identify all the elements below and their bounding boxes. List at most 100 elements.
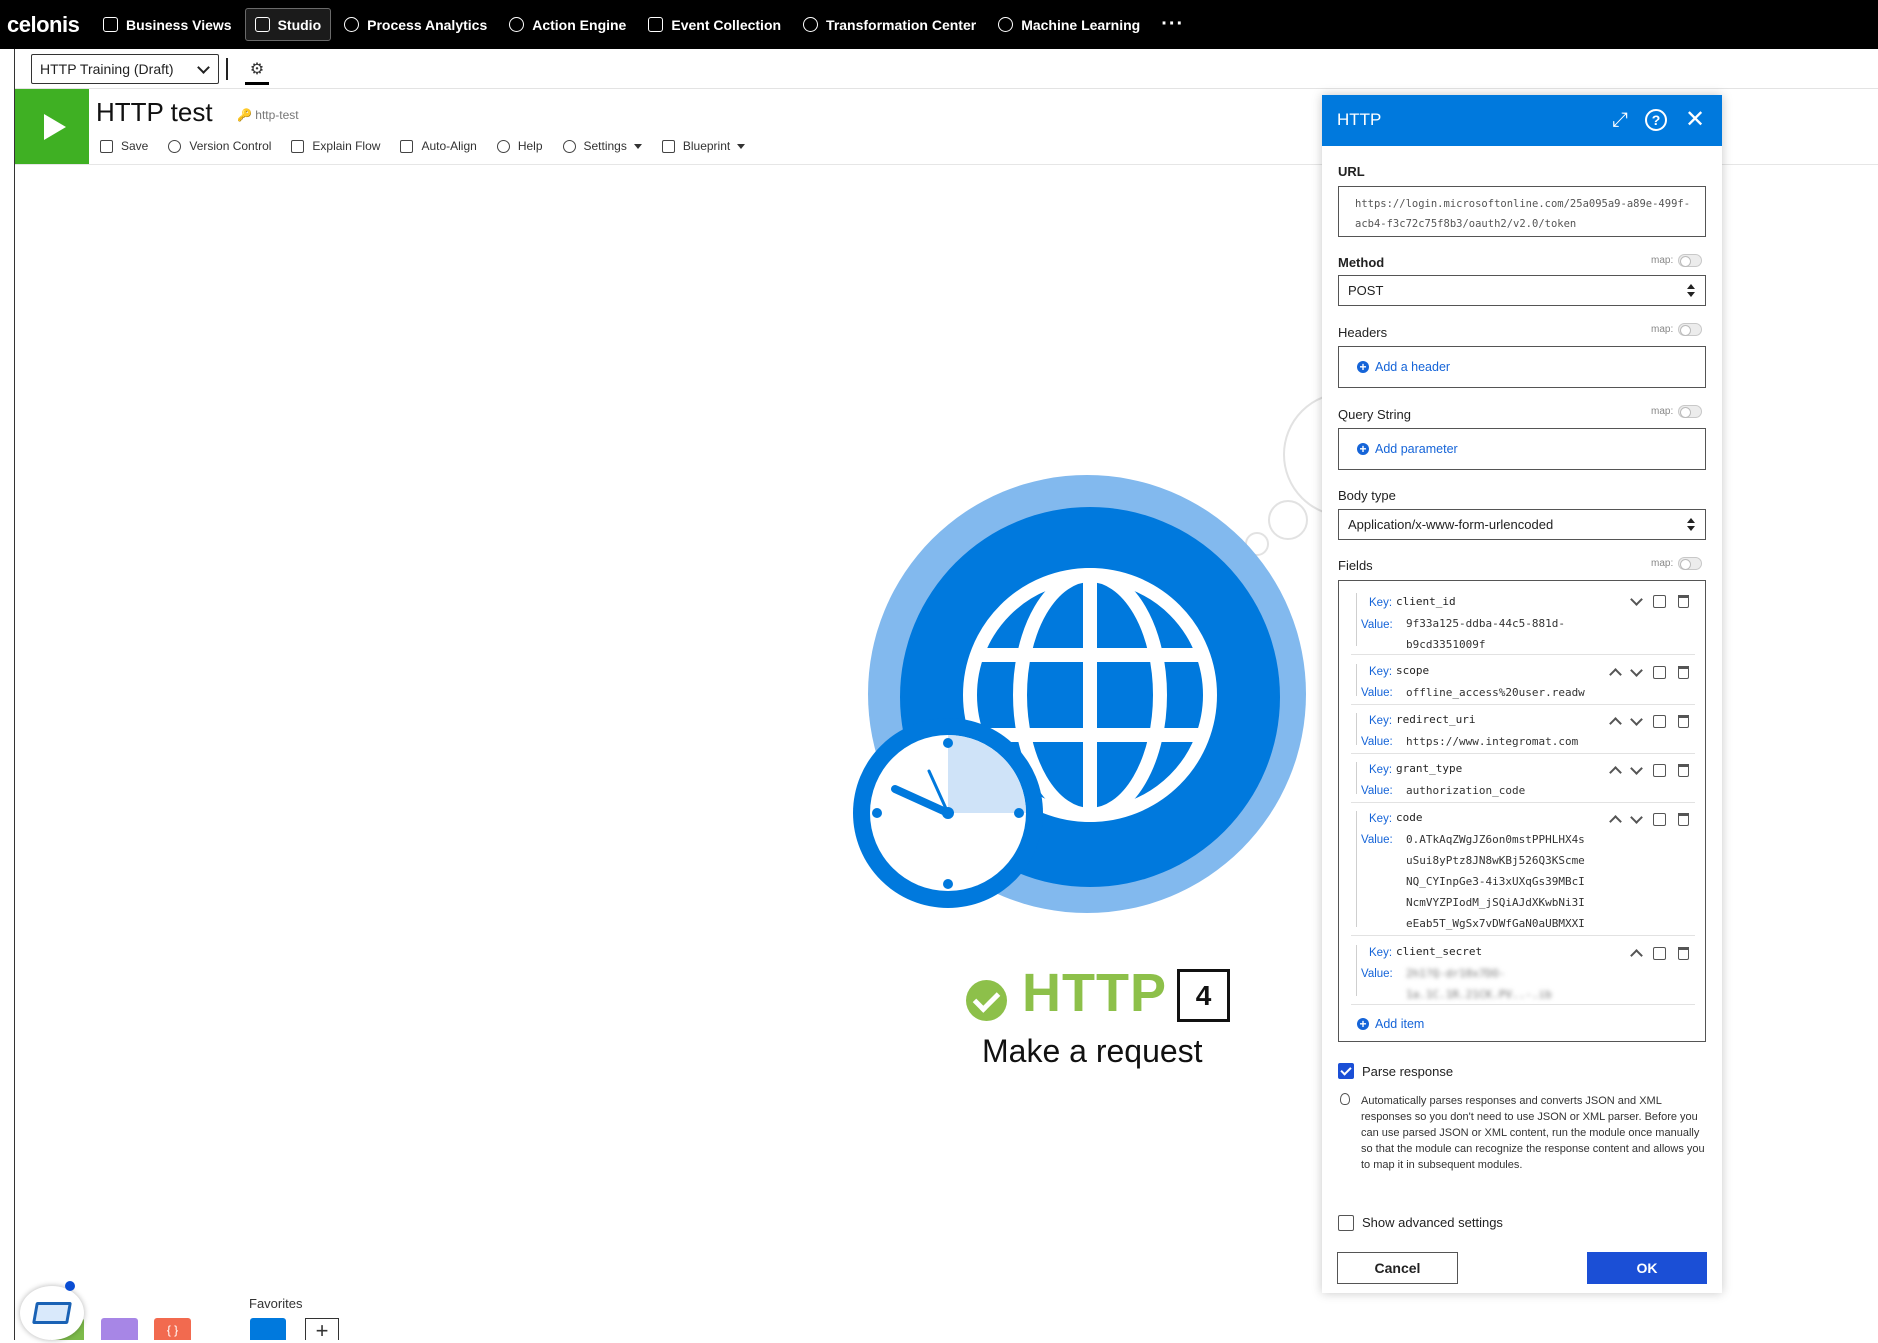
field-item-code[interactable]: Key: code Value: 0.ATkAqZWgJZ6on0mstPPHL… — [1351, 803, 1695, 936]
move-down-icon[interactable] — [1630, 762, 1643, 775]
nav-machine-learning[interactable]: Machine Learning — [989, 8, 1149, 41]
favorite-http-icon[interactable] — [250, 1318, 286, 1340]
cancel-button[interactable]: Cancel — [1337, 1252, 1458, 1284]
help-icon[interactable]: ? — [1645, 109, 1667, 131]
nav-label: Studio — [277, 16, 322, 33]
edit-icon[interactable] — [1653, 666, 1666, 679]
trash-icon[interactable] — [1678, 947, 1689, 960]
field-value: 9f33a125-ddba-44c5-881d- b9cd3351009f — [1406, 617, 1565, 651]
field-item-redirect-uri[interactable]: Key: redirect_uri Value: https://www.int… — [1351, 705, 1695, 754]
academy-button[interactable] — [20, 1286, 84, 1340]
save-button[interactable]: Save — [100, 139, 148, 153]
celonis-logo[interactable]: celonis — [7, 12, 80, 38]
value-label: Value: — [1361, 968, 1393, 980]
headers-map-toggle[interactable]: map: — [1651, 323, 1703, 336]
method-label: Method — [1338, 255, 1385, 270]
blueprint-button[interactable]: Blueprint — [661, 139, 746, 153]
nav-process-analytics[interactable]: Process Analytics — [335, 8, 496, 41]
align-icon — [400, 139, 414, 153]
body-type-label: Body type — [1338, 488, 1396, 503]
move-down-icon[interactable] — [1630, 664, 1643, 677]
plus-circle-icon: + — [1357, 1018, 1369, 1030]
key-label: Key: — [1369, 764, 1393, 776]
help-icon — [496, 139, 510, 153]
field-item-grant-type[interactable]: Key: grant_type Value: authorization_cod… — [1351, 754, 1695, 803]
add-favorite-button[interactable]: + — [305, 1318, 339, 1343]
body-type-select[interactable]: Application/x-www-form-urlencoded — [1338, 509, 1706, 540]
module-description: Make a request — [982, 1033, 1203, 1069]
ok-button[interactable]: OK — [1587, 1252, 1707, 1284]
item-bracket — [1356, 762, 1357, 794]
value-label: Value: — [1361, 834, 1393, 846]
field-key: scope — [1396, 664, 1430, 677]
expand-icon[interactable]: ⤢ — [1607, 107, 1633, 133]
add-header-button[interactable]: + Add a header — [1357, 360, 1450, 374]
settings-button[interactable]: Settings — [562, 139, 642, 153]
method-map-toggle[interactable]: map: — [1651, 254, 1703, 267]
ml-icon — [998, 17, 1014, 32]
add-item-button[interactable]: + Add item — [1357, 1017, 1424, 1031]
nav-studio[interactable]: Studio — [244, 8, 332, 41]
url-label: URL — [1338, 164, 1365, 179]
field-key: grant_type — [1396, 762, 1463, 775]
method-select[interactable]: POST — [1338, 275, 1706, 306]
toggle-switch[interactable] — [1678, 254, 1703, 267]
panel-header: HTTP ⤢ ? ✕ — [1322, 95, 1722, 146]
field-item-client-id[interactable]: Key: client_id Value: 9f33a125-ddba-44c5… — [1351, 585, 1695, 655]
toggle-switch[interactable] — [1678, 323, 1703, 336]
trash-icon[interactable] — [1678, 764, 1689, 777]
fields-map-toggle[interactable]: map: — [1651, 557, 1703, 570]
monitor-icon — [103, 17, 118, 32]
toggle-switch[interactable] — [1678, 405, 1703, 418]
query-map-toggle[interactable]: map: — [1651, 405, 1703, 418]
move-up-icon[interactable] — [1609, 668, 1622, 681]
add-parameter-button[interactable]: + Add parameter — [1357, 442, 1458, 456]
close-icon[interactable]: ✕ — [1682, 107, 1708, 133]
edit-icon[interactable] — [1653, 595, 1666, 608]
move-down-icon[interactable] — [1630, 713, 1643, 726]
parse-response-checkbox[interactable] — [1338, 1063, 1354, 1079]
nav-action-engine[interactable]: Action Engine — [500, 8, 635, 41]
move-down-icon[interactable] — [1630, 811, 1643, 824]
field-item-scope[interactable]: Key: scope Value: offline_access%20user.… — [1351, 656, 1695, 705]
trash-icon[interactable] — [1678, 715, 1689, 728]
text-parser-icon[interactable]: { } — [154, 1318, 191, 1340]
run-button[interactable] — [15, 89, 89, 164]
nav-event-collection[interactable]: Event Collection — [639, 8, 790, 41]
lightbulb-icon — [1340, 1093, 1350, 1105]
help-button[interactable]: Help — [496, 139, 543, 153]
gear-icon[interactable]: ⚙ — [245, 55, 269, 85]
move-up-icon[interactable] — [1609, 717, 1622, 730]
divider — [226, 58, 228, 80]
scenario-select[interactable]: HTTP Training (Draft) — [31, 54, 219, 84]
history-icon — [168, 139, 182, 153]
fields-label: Fields — [1338, 558, 1373, 573]
edit-icon[interactable] — [1653, 947, 1666, 960]
scenario-slug-text: http-test — [255, 108, 299, 122]
map-label: map: — [1651, 324, 1674, 335]
explain-flow-button[interactable]: Explain Flow — [291, 139, 380, 153]
edit-icon[interactable] — [1653, 715, 1666, 728]
nav-business-views[interactable]: Business Views — [94, 8, 241, 41]
version-control-button[interactable]: Version Control — [168, 139, 271, 153]
move-up-icon[interactable] — [1609, 766, 1622, 779]
auto-align-button[interactable]: Auto-Align — [400, 139, 477, 153]
trash-icon[interactable] — [1678, 595, 1689, 608]
move-down-icon[interactable] — [1630, 593, 1643, 606]
nav-label: Event Collection — [671, 16, 782, 33]
advanced-settings-checkbox[interactable] — [1338, 1215, 1354, 1231]
nav-transformation-center[interactable]: Transformation Center — [794, 8, 985, 41]
url-input[interactable]: https://login.microsoftonline.com/25a095… — [1338, 186, 1706, 237]
edit-icon[interactable] — [1653, 813, 1666, 826]
move-up-icon[interactable] — [1609, 815, 1622, 828]
toggle-switch[interactable] — [1678, 557, 1703, 570]
trash-icon[interactable] — [1678, 666, 1689, 679]
more-menu-icon[interactable]: ··· — [1161, 13, 1184, 36]
field-item-client-secret[interactable]: Key: client_secret Value: 2h1?Q-dr10x7DO… — [1351, 937, 1695, 1005]
move-up-icon[interactable] — [1630, 949, 1643, 962]
edit-icon[interactable] — [1653, 764, 1666, 777]
trash-icon[interactable] — [1678, 813, 1689, 826]
add-parameter-label: Add parameter — [1375, 442, 1458, 456]
flow-icon — [648, 17, 664, 32]
flow-control-icon[interactable] — [101, 1318, 138, 1340]
